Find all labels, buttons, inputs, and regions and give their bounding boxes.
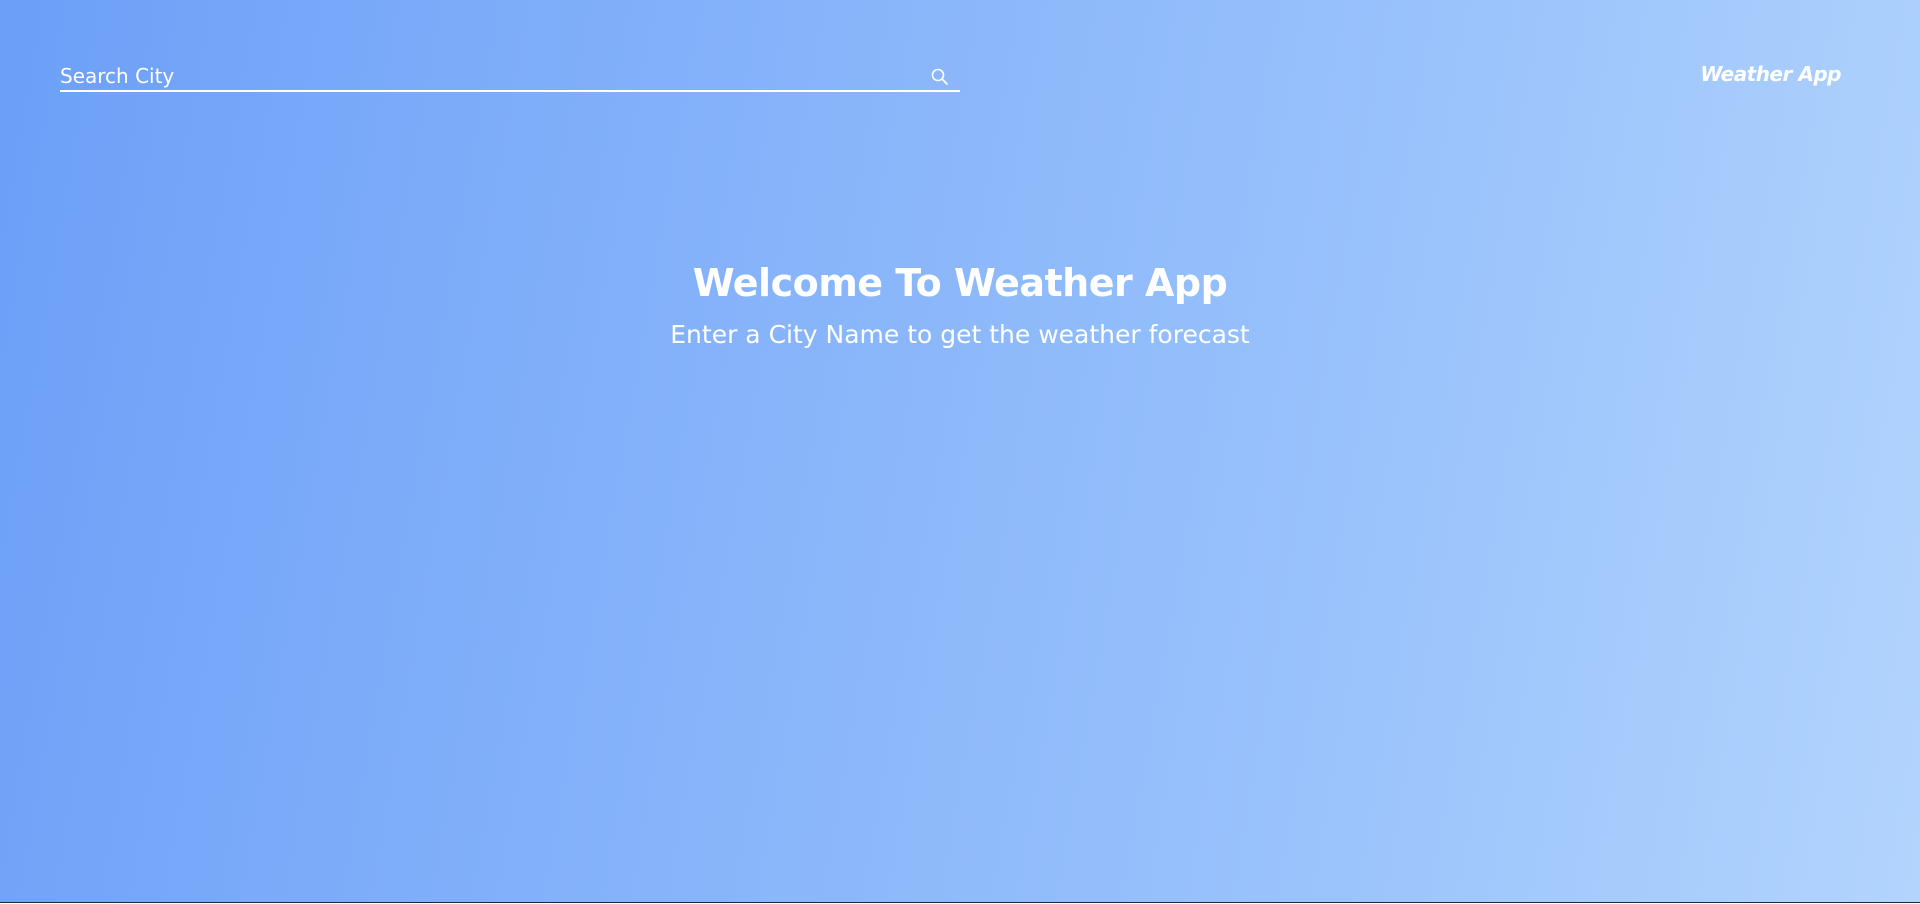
- search-icon: [931, 68, 948, 85]
- welcome-section: Welcome To Weather App Enter a City Name…: [0, 258, 1920, 352]
- welcome-title: Welcome To Weather App: [692, 261, 1228, 305]
- search-bar: [60, 62, 960, 92]
- app-brand: Weather App: [1700, 62, 1841, 86]
- welcome-subtitle: Enter a City Name to get the weather for…: [670, 320, 1250, 349]
- search-input[interactable]: [60, 62, 920, 90]
- app-background: Weather App Welcome To Weather App Enter…: [0, 0, 1920, 903]
- search-button[interactable]: [930, 67, 950, 87]
